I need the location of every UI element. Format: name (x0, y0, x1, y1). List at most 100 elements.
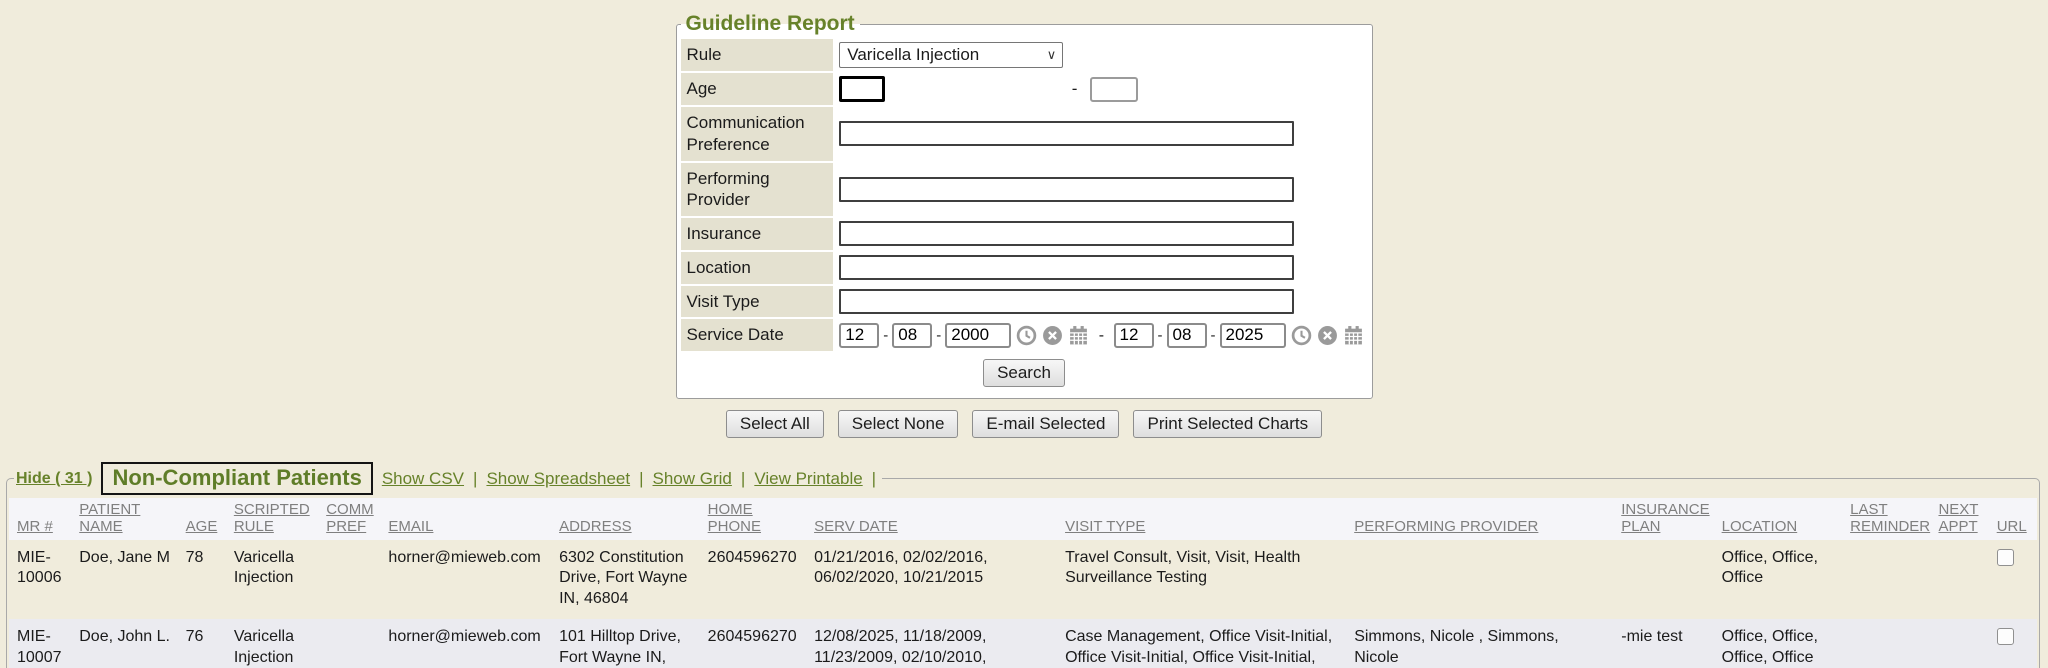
cell-address: 101 Hilltop Drive, Fort Wayne IN, 46804 (551, 619, 700, 668)
table-row: MIE-10006 Doe, Jane M 78 Varicella Injec… (9, 540, 2037, 619)
show-spreadsheet-link[interactable]: Show Spreadsheet (486, 469, 630, 489)
col-age[interactable]: AGE (178, 498, 226, 540)
visit-type-row: Visit Type (681, 286, 1368, 318)
clock-icon[interactable] (1291, 325, 1312, 346)
link-separator: | (639, 469, 643, 489)
cell-provider: Simmons, Nicole , Simmons, Nicole (1346, 619, 1613, 668)
col-visit-type[interactable]: VISIT TYPE (1057, 498, 1346, 540)
table-row: MIE-10007 Doe, John L. 76 Varicella Inje… (9, 619, 2037, 668)
col-performing-provider[interactable]: PERFORMING PROVIDER (1346, 498, 1613, 540)
date-separator: - (936, 326, 941, 345)
col-location[interactable]: LOCATION (1714, 498, 1843, 540)
cell-name: Doe, Jane M (71, 540, 177, 619)
results-title: Non-Compliant Patients (101, 462, 372, 495)
col-insurance-plan[interactable]: INSURANCEPLAN (1613, 498, 1713, 540)
rule-selected-value: Varicella Injection (847, 44, 979, 66)
cell-url (1989, 540, 2037, 619)
col-serv-date[interactable]: SERV DATE (806, 498, 1057, 540)
link-separator: | (741, 469, 745, 489)
url-checkbox[interactable] (1997, 549, 2014, 566)
cell-email: horner@mieweb.com (380, 619, 551, 668)
col-address[interactable]: ADDRESS (551, 498, 700, 540)
service-date-from-day[interactable] (892, 323, 932, 348)
select-none-button[interactable]: Select None (838, 410, 959, 438)
non-compliant-patients-section: Hide ( 31 ) Non-Compliant Patients Show … (6, 462, 2040, 668)
cell-provider (1346, 540, 1613, 619)
cell-visit-type: Travel Consult, Visit, Visit, Health Sur… (1057, 540, 1346, 619)
patients-table: MR # PATIENTNAME AGE SCRIPTEDRULE COMMPR… (9, 498, 2037, 668)
cell-age: 78 (178, 540, 226, 619)
date-separator: - (1158, 326, 1163, 345)
col-url[interactable]: URL (1989, 498, 2037, 540)
select-all-button[interactable]: Select All (726, 410, 824, 438)
cell-url (1989, 619, 2037, 668)
rule-select[interactable]: Varicella Injection ∨ (839, 42, 1063, 68)
service-date-label: Service Date (681, 319, 834, 351)
insurance-row: Insurance (681, 218, 1368, 250)
cell-rule: Varicella Injection (226, 619, 318, 668)
search-button[interactable]: Search (983, 359, 1065, 387)
service-date-to-year[interactable] (1220, 323, 1286, 348)
col-patient-name[interactable]: PATIENTNAME (71, 498, 177, 540)
service-date-from-month[interactable] (839, 323, 879, 348)
service-date-from-group: - - (839, 323, 1089, 348)
search-row: Search (681, 353, 1368, 394)
link-separator: | (473, 469, 477, 489)
comm-pref-input[interactable] (839, 121, 1294, 146)
cell-rule: Varicella Injection (226, 540, 318, 619)
age-from-input[interactable] (839, 76, 885, 102)
cell-mr: MIE-10007 (9, 619, 71, 668)
insurance-label: Insurance (681, 218, 834, 250)
age-to-input[interactable] (1090, 77, 1138, 102)
email-selected-button[interactable]: E-mail Selected (972, 410, 1119, 438)
visit-type-label: Visit Type (681, 286, 834, 318)
service-date-to-day[interactable] (1167, 323, 1207, 348)
insurance-input[interactable] (839, 221, 1294, 246)
show-csv-link[interactable]: Show CSV (382, 469, 464, 489)
service-date-to-group: - - (1114, 323, 1364, 348)
col-comm-pref[interactable]: COMMPREF (318, 498, 380, 540)
location-row: Location (681, 252, 1368, 284)
age-row: Age - (681, 73, 1368, 105)
service-date-row: Service Date - - - - - (681, 319, 1368, 351)
hide-link[interactable]: Hide ( 31 ) (16, 470, 92, 488)
url-checkbox[interactable] (1997, 628, 2014, 645)
location-input[interactable] (839, 255, 1294, 280)
cell-comm (318, 540, 380, 619)
col-scripted-rule[interactable]: SCRIPTEDRULE (226, 498, 318, 540)
performing-provider-input[interactable] (839, 177, 1294, 202)
location-label: Location (681, 252, 834, 284)
show-grid-link[interactable]: Show Grid (653, 469, 732, 489)
cell-location: Office, Office, Office (1714, 540, 1843, 619)
col-last-reminder[interactable]: LASTREMINDER (1842, 498, 1930, 540)
service-date-range-separator: - (1099, 327, 1104, 344)
date-separator: - (1211, 326, 1216, 345)
col-email[interactable]: EMAIL (380, 498, 551, 540)
clear-icon[interactable] (1317, 325, 1338, 346)
cell-insurance: -mie test (1613, 619, 1713, 668)
calendar-icon[interactable] (1068, 325, 1089, 346)
clock-icon[interactable] (1016, 325, 1037, 346)
rule-label: Rule (681, 39, 834, 71)
col-mr[interactable]: MR # (9, 498, 71, 540)
cell-last-reminder (1842, 540, 1930, 619)
col-next-appt[interactable]: NEXTAPPT (1930, 498, 1988, 540)
clear-icon[interactable] (1042, 325, 1063, 346)
col-home-phone[interactable]: HOMEPHONE (700, 498, 806, 540)
age-range-separator: - (1072, 78, 1078, 100)
view-printable-link[interactable]: View Printable (754, 469, 862, 489)
visit-type-input[interactable] (839, 289, 1294, 314)
cell-next-appt (1930, 540, 1988, 619)
selection-actions: Select All Select None E-mail Selected P… (0, 410, 2048, 438)
cell-phone: 2604596270 (700, 619, 806, 668)
cell-location: Office, Office, Office, Office (1714, 619, 1843, 668)
rule-row: Rule Varicella Injection ∨ (681, 39, 1368, 71)
service-date-from-year[interactable] (945, 323, 1011, 348)
performing-provider-label: Performing Provider (681, 163, 834, 217)
age-label: Age (681, 73, 834, 105)
chevron-down-icon: ∨ (1047, 47, 1057, 64)
service-date-to-month[interactable] (1114, 323, 1154, 348)
comm-pref-row: Communication Preference (681, 107, 1368, 161)
calendar-icon[interactable] (1343, 325, 1364, 346)
print-selected-charts-button[interactable]: Print Selected Charts (1133, 410, 1322, 438)
